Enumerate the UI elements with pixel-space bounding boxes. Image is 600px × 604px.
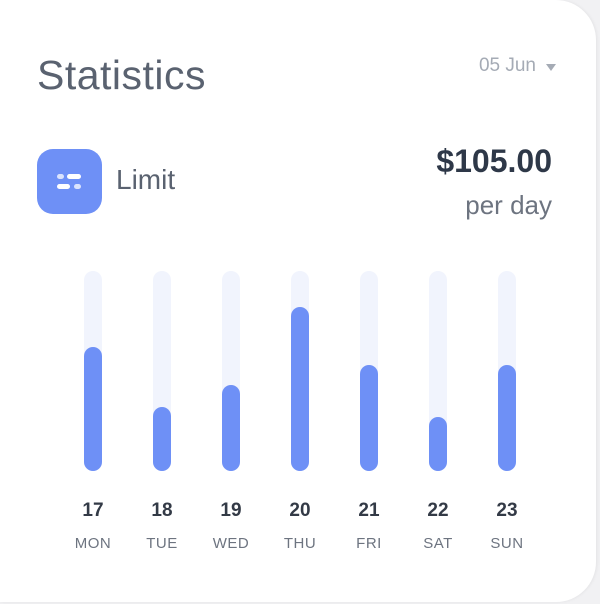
day-number-label: 20 [289,500,311,521]
daily-spending-chart [84,271,516,471]
day-name-label: SAT [423,535,453,552]
day-name-label: SUN [490,535,524,552]
bar-wed[interactable] [222,385,240,471]
day-name-label: FRI [356,535,382,552]
bar-thu[interactable] [291,307,309,471]
bar-sat[interactable] [429,417,447,471]
day-name-label: WED [212,535,250,552]
day-number-label: 18 [151,500,173,521]
day-number-label: 17 [82,500,104,521]
bar-mon[interactable] [84,347,102,471]
day-name-label: TUE [146,535,178,552]
day-number-label: 19 [220,500,242,521]
bar-fri[interactable] [360,365,378,471]
day-number-label: 22 [427,500,449,521]
statistics-card: Statistics 05 Jun Limit $105.00 per day … [0,0,596,602]
bar-tue[interactable] [153,407,171,471]
day-number-label: 21 [358,500,380,521]
day-name-label: MON [74,535,112,552]
day-name-label: THU [283,535,317,552]
day-number-label: 23 [496,500,518,521]
bar-sun[interactable] [498,365,516,471]
